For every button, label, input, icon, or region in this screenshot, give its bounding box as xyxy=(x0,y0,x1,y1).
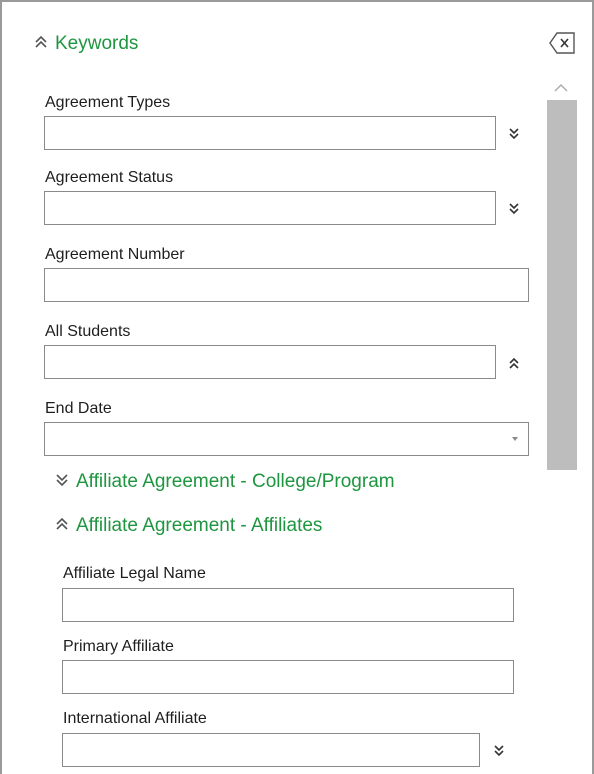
agreement-status-input[interactable] xyxy=(44,191,496,225)
all-students-input[interactable] xyxy=(44,345,496,379)
international-affiliate-expand-icon[interactable] xyxy=(489,740,509,760)
agreement-types-input[interactable] xyxy=(44,116,496,150)
international-affiliate-input[interactable] xyxy=(62,733,480,767)
date-dropdown-caret-icon[interactable] xyxy=(512,437,518,441)
end-date-label: End Date xyxy=(45,400,112,417)
chevron-up-icon xyxy=(34,35,48,53)
international-affiliate-label: International Affiliate xyxy=(63,710,207,727)
chevron-down-icon xyxy=(55,473,69,491)
agreement-types-label: Agreement Types xyxy=(45,94,171,111)
college-program-section-header[interactable]: Affiliate Agreement - College/Program xyxy=(55,471,395,493)
scrollbar-thumb[interactable] xyxy=(547,100,577,470)
close-clear-icon[interactable] xyxy=(549,31,576,55)
keywords-section-header[interactable]: Keywords xyxy=(34,33,138,55)
all-students-collapse-icon[interactable] xyxy=(504,353,524,373)
primary-affiliate-label: Primary Affiliate xyxy=(63,638,174,655)
affiliate-legal-name-label: Affiliate Legal Name xyxy=(63,565,206,582)
chevron-up-icon xyxy=(55,517,69,535)
primary-affiliate-input[interactable] xyxy=(62,660,514,694)
agreement-types-expand-icon[interactable] xyxy=(504,123,524,143)
keywords-panel: Keywords Agreement Types Agreement Statu… xyxy=(0,0,594,774)
affiliate-legal-name-input[interactable] xyxy=(62,588,514,622)
scroll-up-icon[interactable] xyxy=(553,81,569,95)
college-program-title: Affiliate Agreement - College/Program xyxy=(76,471,395,492)
affiliates-title: Affiliate Agreement - Affiliates xyxy=(76,515,323,536)
all-students-label: All Students xyxy=(45,323,131,340)
keywords-title: Keywords xyxy=(55,33,139,54)
end-date-input[interactable] xyxy=(44,422,529,456)
agreement-number-label: Agreement Number xyxy=(45,246,185,263)
affiliates-section-header[interactable]: Affiliate Agreement - Affiliates xyxy=(55,515,322,537)
agreement-status-expand-icon[interactable] xyxy=(504,198,524,218)
agreement-number-input[interactable] xyxy=(44,268,529,302)
agreement-status-label: Agreement Status xyxy=(45,169,174,186)
